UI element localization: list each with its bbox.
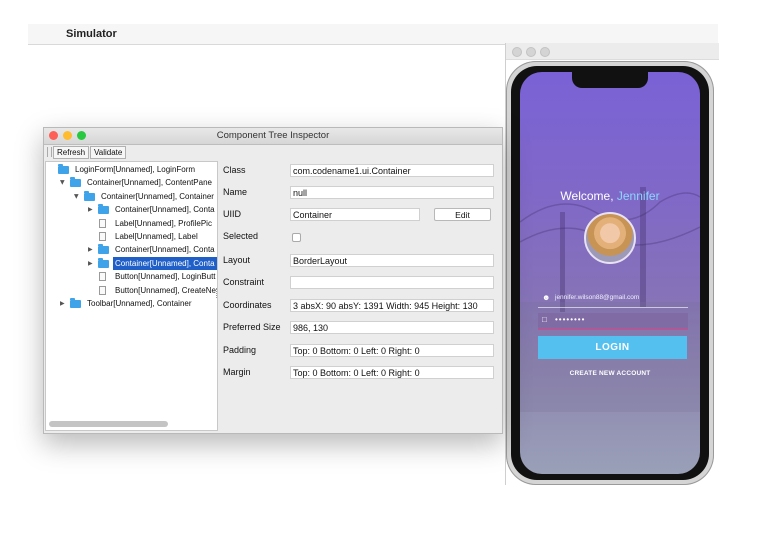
password-field[interactable]: □ •••••••• [538, 313, 688, 329]
welcome-heading: Welcome, Jennifer [520, 189, 700, 203]
uiid-label: UIID [223, 209, 241, 219]
tree-node-label: Container[Unnamed], Conta [115, 205, 215, 215]
minimize-icon[interactable] [526, 47, 536, 57]
document-icon [99, 285, 106, 295]
toolbar-grip-icon [47, 147, 52, 157]
mac-menu-bar: Simulator [28, 24, 718, 45]
phone-screen: Welcome, Jennifer ☻ jennifer.wilson88@gm… [520, 72, 700, 474]
coordinates-label: Coordinates [223, 300, 272, 310]
tree-node[interactable]: ▶ Container[Unnamed], Conta [88, 243, 216, 256]
coordinates-field[interactable]: 3 absX: 90 absY: 1391 Width: 945 Height:… [290, 299, 494, 312]
padding-field[interactable]: Top: 0 Bottom: 0 Left: 0 Right: 0 [290, 344, 494, 357]
create-account-link[interactable]: CREATE NEW ACCOUNT [520, 370, 700, 377]
tree-node[interactable]: Button[Unnamed], CreateNe [88, 284, 216, 297]
padding-label: Padding [223, 345, 257, 355]
close-icon[interactable] [512, 47, 522, 57]
expand-arrow-down-icon[interactable]: ▼ [74, 190, 82, 203]
tree-node[interactable]: ▼ Container[Unnamed], ContentPane [60, 176, 216, 189]
folder-icon [98, 244, 109, 255]
tree-node[interactable]: ▶ Container[Unnamed], Conta [88, 256, 217, 270]
properties-panel: Class com.codename1.ui.Container Name nu… [218, 161, 501, 429]
selected-checkbox[interactable] [292, 233, 301, 242]
welcome-user-name: Jennifer [616, 189, 660, 203]
folder-icon [98, 204, 109, 215]
tree-node-label: Toolbar[Unnamed], Container [87, 299, 192, 308]
phone-frame: Welcome, Jennifer ☻ jennifer.wilson88@gm… [506, 61, 714, 485]
tree-node-label: LoginForm[Unnamed], LoginForm [75, 165, 196, 174]
tree-node-label: Container[Unnamed], Conta [115, 245, 215, 255]
tree-node-label: Label[Unnamed], Label [115, 232, 198, 241]
zoom-icon[interactable] [540, 47, 550, 57]
email-value: jennifer.wilson88@gmail.com [555, 294, 640, 301]
profile-avatar [584, 212, 636, 264]
tree-node-label: Button[Unnamed], LoginButt [115, 272, 216, 282]
document-icon [99, 232, 106, 241]
welcome-prefix: Welcome, [560, 189, 617, 203]
document-icon [99, 218, 106, 228]
margin-label: Margin [223, 367, 251, 377]
tree-node[interactable]: ▶ Container[Unnamed], Conta [88, 203, 216, 216]
component-tree[interactable]: LoginForm[Unnamed], LoginForm ▼ Container[… [45, 161, 218, 431]
email-underline [538, 307, 688, 308]
class-label: Class [223, 165, 246, 175]
expand-arrow-right-icon[interactable]: ▶ [60, 297, 68, 310]
tree-horizontal-scrollbar[interactable] [49, 421, 168, 427]
preferred-size-label: Preferred Size [223, 322, 281, 332]
phone-notch [572, 72, 648, 88]
preferred-size-field[interactable]: 986, 130 [290, 321, 494, 334]
inspector-toolbar: Refresh Validate [44, 145, 502, 160]
layout-field[interactable]: BorderLayout [290, 254, 494, 267]
folder-icon [98, 257, 109, 268]
app-menu-simulator[interactable]: Simulator [66, 28, 117, 40]
folder-icon [70, 177, 81, 188]
constraint-label: Constraint [223, 277, 265, 287]
phone-bezel: Welcome, Jennifer ☻ jennifer.wilson88@gm… [511, 66, 709, 480]
tree-node[interactable]: ▶ Toolbar[Unnamed], Container [60, 297, 216, 310]
document-icon [99, 272, 106, 282]
refresh-button[interactable]: Refresh [53, 146, 90, 159]
folder-icon [84, 190, 95, 201]
tree-node[interactable]: ▼ Container[Unnamed], Container [74, 190, 216, 203]
tree-node[interactable]: Label[Unnamed], Label [88, 230, 216, 243]
expand-arrow-right-icon[interactable]: ▶ [88, 203, 96, 216]
name-field[interactable]: null [290, 186, 494, 199]
folder-icon [70, 298, 81, 308]
user-icon: ☻ [542, 293, 551, 302]
constraint-field[interactable] [290, 276, 494, 289]
lock-icon: □ [542, 315, 547, 324]
expand-arrow-right-icon[interactable]: ▶ [88, 243, 96, 256]
class-field[interactable]: com.codename1.ui.Container [290, 164, 494, 177]
tree-node[interactable]: Button[Unnamed], LoginButt [88, 270, 216, 283]
tree-node-label: Button[Unnamed], CreateNe [115, 285, 216, 295]
expand-arrow-right-icon[interactable]: ▶ [88, 257, 96, 270]
tree-node-label: Container[Unnamed], Conta [113, 256, 217, 270]
password-value: •••••••• [555, 315, 586, 324]
layout-label: Layout [223, 255, 251, 265]
edit-button[interactable]: Edit [434, 208, 491, 221]
uiid-field[interactable]: Container [290, 208, 420, 221]
tree-node-label: Container[Unnamed], Container [101, 191, 214, 201]
tree-node[interactable]: Label[Unnamed], ProfilePic [88, 217, 216, 230]
inspector-titlebar: Component Tree Inspector [44, 128, 502, 145]
folder-icon [58, 164, 69, 174]
tree-node-label: Container[Unnamed], ContentPane [87, 178, 212, 188]
expand-arrow-down-icon[interactable]: ▼ [60, 176, 68, 189]
email-field[interactable]: ☻ jennifer.wilson88@gmail.com [538, 291, 688, 307]
password-underline [538, 329, 688, 330]
name-label: Name [223, 187, 248, 197]
login-button[interactable]: LOGIN [538, 336, 687, 359]
tree-node-label: Label[Unnamed], ProfilePic [115, 218, 212, 228]
validate-button[interactable]: Validate [90, 146, 127, 159]
simulator-titlebar [506, 43, 719, 60]
inspector-title: Component Tree Inspector [216, 130, 330, 141]
selected-label: Selected [223, 231, 259, 241]
tree-node[interactable]: LoginForm[Unnamed], LoginForm [48, 163, 216, 176]
margin-field[interactable]: Top: 0 Bottom: 0 Left: 0 Right: 0 [290, 366, 494, 379]
component-tree-inspector-window: Component Tree Inspector Refresh Validat… [43, 127, 503, 434]
